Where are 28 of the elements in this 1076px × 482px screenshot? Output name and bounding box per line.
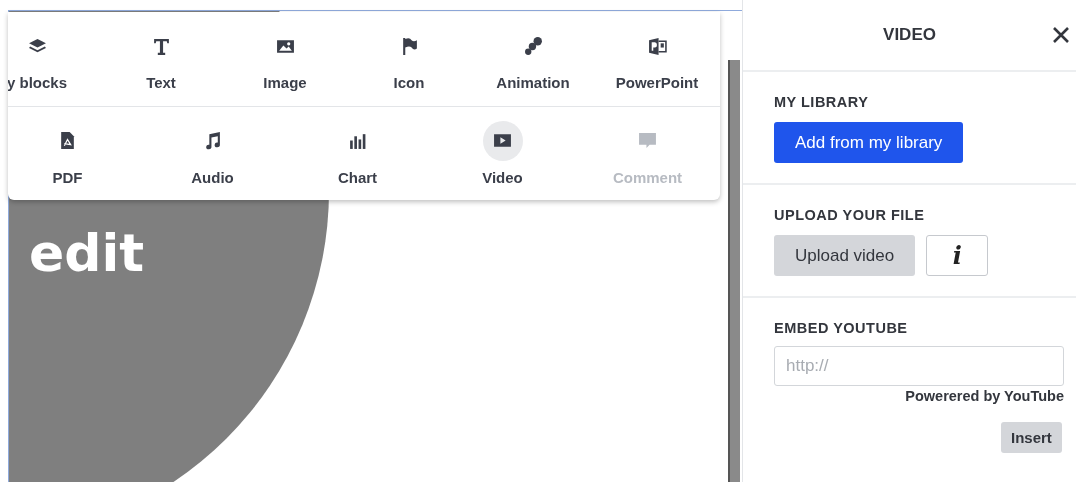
section-heading: UPLOAD YOUR FILE	[774, 207, 926, 223]
section-heading: EMBED YOUTUBE	[774, 320, 909, 336]
text-icon	[151, 36, 171, 56]
insert-video-item[interactable]: Video	[430, 106, 575, 200]
powerpoint-icon	[647, 36, 667, 56]
slide-text: edit	[29, 223, 145, 283]
music-note-icon	[203, 131, 222, 151]
insert-pdf-item[interactable]: PDF	[8, 106, 140, 200]
insert-powerpoint-item[interactable]: PowerPoint	[595, 12, 719, 106]
comment-icon	[638, 131, 657, 151]
bar-chart-icon	[348, 131, 367, 151]
youtube-credit: Powerered by YouTube	[904, 388, 1064, 404]
section-heading: MY LIBRARY	[774, 94, 870, 110]
add-from-library-button[interactable]: Add from my library	[774, 122, 964, 163]
insert-image-item[interactable]: Image	[223, 12, 347, 106]
info-button[interactable]: i	[926, 235, 989, 276]
url-input-field[interactable]: http://	[774, 346, 1064, 386]
circles-icon	[523, 36, 543, 56]
insert-text-item[interactable]: Text	[99, 12, 223, 106]
insert-button[interactable]: Insert	[1001, 422, 1062, 453]
insert-icon-item[interactable]: Icon	[347, 12, 471, 106]
insert-chart-item[interactable]: Chart	[285, 106, 430, 200]
panel-title: VIDEO	[883, 25, 936, 45]
upload-video-button[interactable]: Upload video	[774, 235, 916, 276]
scrollbar[interactable]	[728, 60, 740, 482]
pdf-file-icon	[58, 131, 77, 151]
insert-audio-item[interactable]: Audio	[140, 106, 285, 200]
insert-animation-item[interactable]: Animation	[471, 12, 595, 106]
